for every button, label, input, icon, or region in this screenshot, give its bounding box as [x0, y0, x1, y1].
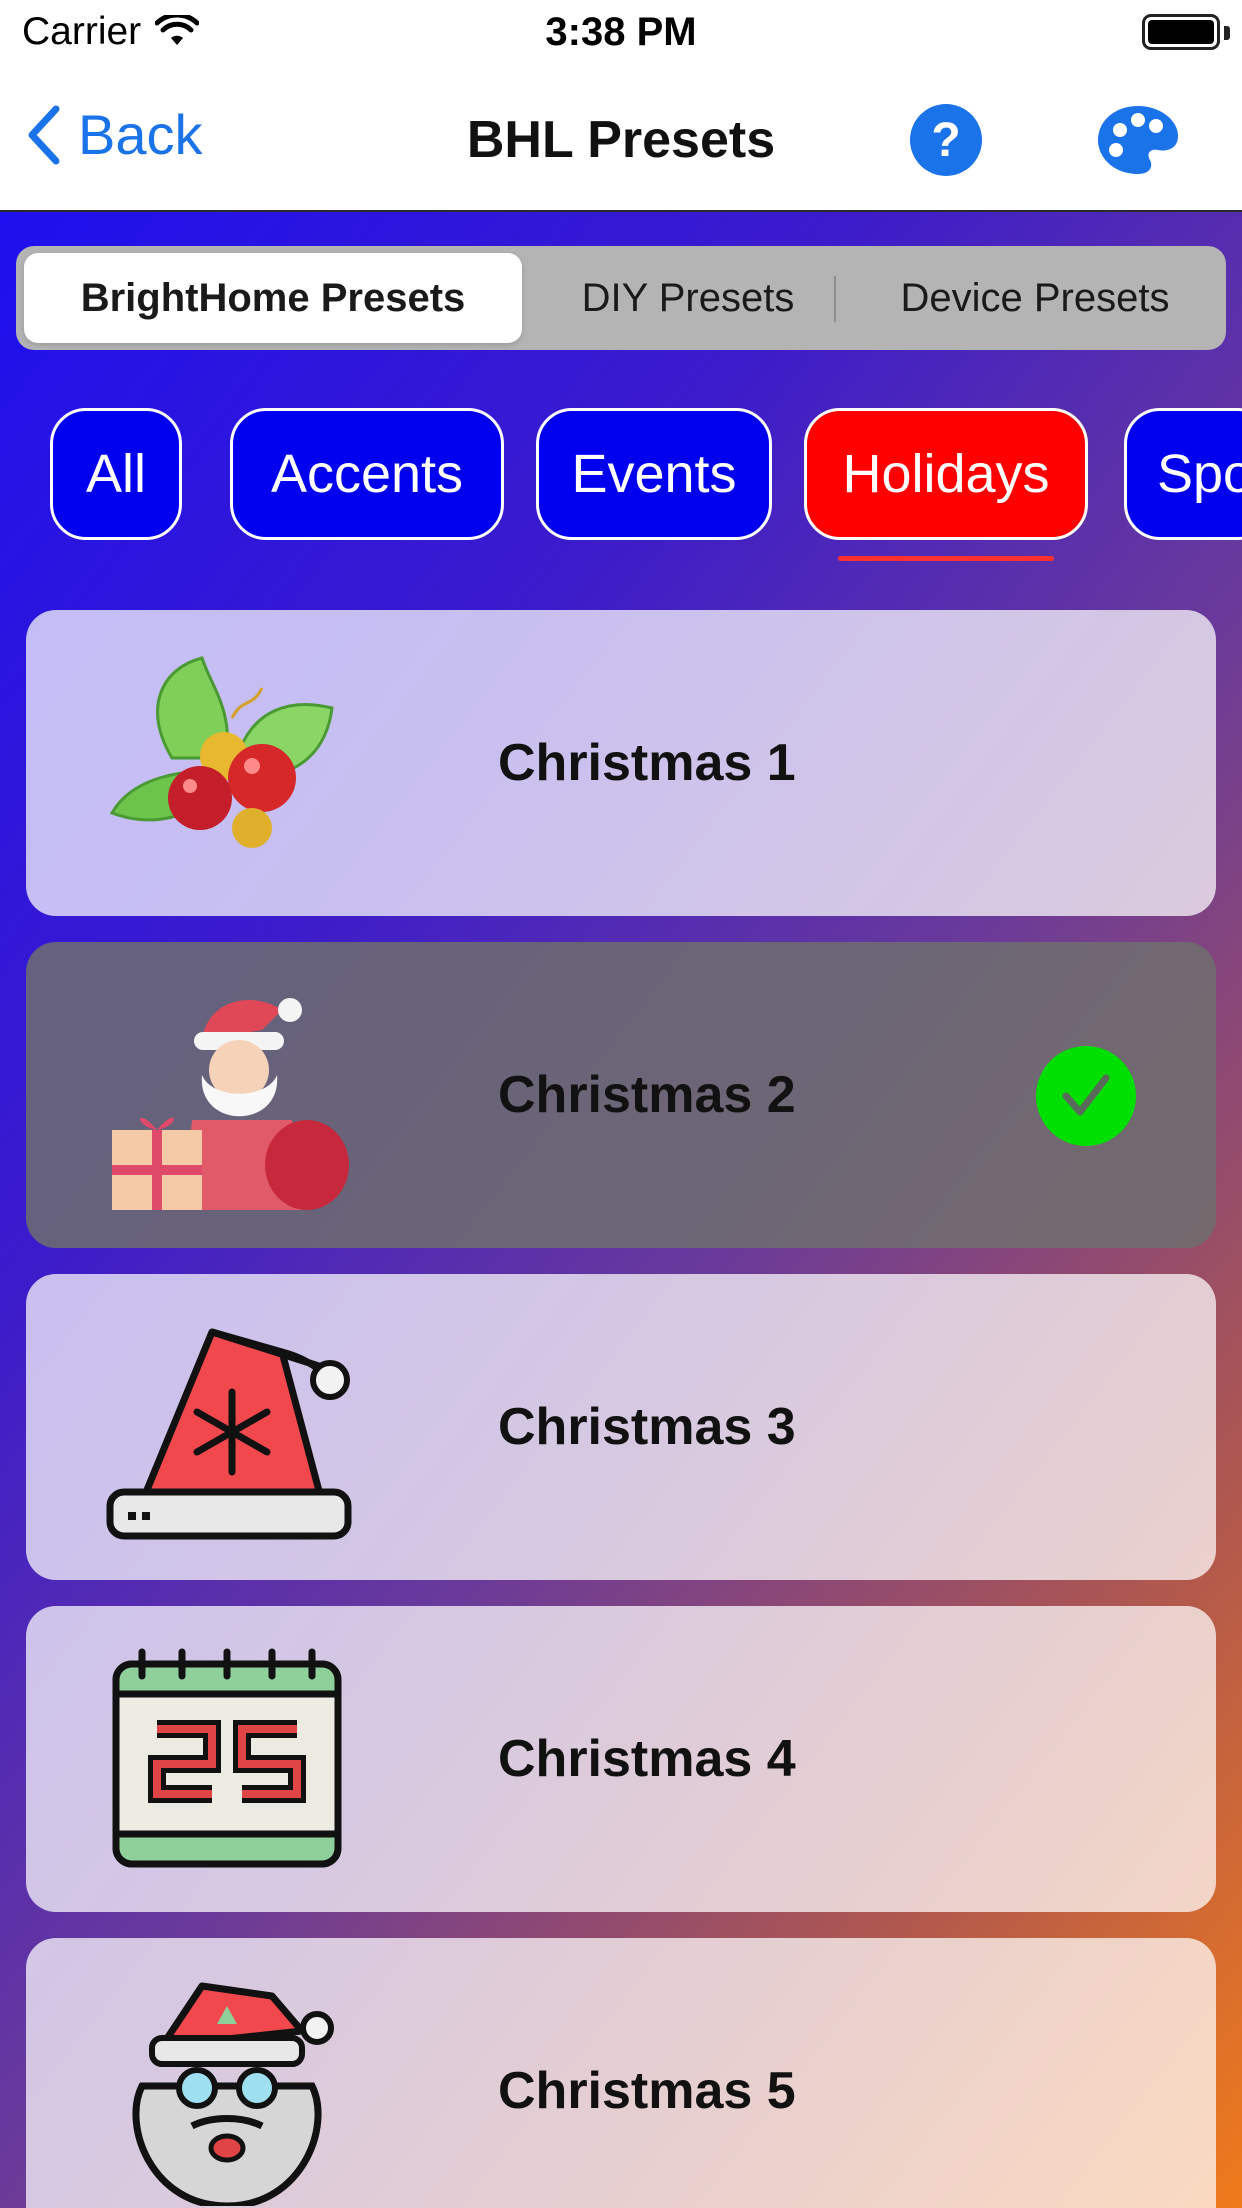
category-chips: All Accents Events Holidays Spo — [0, 398, 1242, 548]
preset-card-christmas-3[interactable]: Christmas 3 — [26, 1274, 1216, 1580]
status-bar: Carrier 3:38 PM — [0, 0, 1242, 66]
calendar-25-icon — [112, 1648, 342, 1868]
help-button[interactable]: ? — [910, 104, 982, 176]
chip-holidays[interactable]: Holidays — [804, 408, 1088, 540]
santa-face-icon — [132, 1982, 334, 2206]
battery-nub — [1224, 26, 1230, 40]
battery-icon — [1142, 14, 1220, 50]
preset-title: Christmas 5 — [498, 2062, 796, 2120]
theme-palette-button[interactable] — [1094, 102, 1182, 178]
preset-title: Christmas 4 — [498, 1730, 796, 1788]
preset-card-christmas-1[interactable]: Christmas 1 — [26, 610, 1216, 916]
chip-sports[interactable]: Spo — [1124, 408, 1242, 540]
chip-events[interactable]: Events — [536, 408, 772, 540]
segment-divider — [834, 276, 836, 322]
chip-accents[interactable]: Accents — [230, 408, 504, 540]
preset-title: Christmas 2 — [498, 1066, 796, 1124]
segment-diy-presets[interactable]: DIY Presets — [528, 253, 848, 343]
selected-category-indicator — [838, 556, 1054, 561]
santa-gift-icon — [112, 998, 349, 1210]
chevron-left-icon — [28, 105, 60, 164]
preset-source-segmented-control: BrightHome Presets DIY Presets Device Pr… — [16, 246, 1226, 350]
segment-brighthome-presets[interactable]: BrightHome Presets — [24, 253, 522, 343]
presets-content: BrightHome Presets DIY Presets Device Pr… — [0, 212, 1242, 2208]
preset-card-christmas-4[interactable]: Christmas 4 — [26, 1606, 1216, 1912]
preset-title: Christmas 1 — [498, 734, 796, 792]
status-time: 3:38 PM — [545, 10, 697, 54]
navigation-bar: Back BHL Presets ? — [0, 66, 1242, 212]
santa-hat-icon — [106, 1328, 352, 1540]
palette-icon — [1098, 106, 1178, 174]
preset-card-christmas-2[interactable]: Christmas 2 — [26, 942, 1216, 1248]
holly-ornaments-icon — [109, 656, 334, 848]
back-button[interactable]: Back — [24, 102, 203, 167]
back-label: Back — [78, 103, 203, 166]
help-icon: ? — [931, 113, 961, 167]
selected-checkmark-icon — [1036, 1046, 1136, 1146]
preset-title: Christmas 3 — [498, 1398, 796, 1456]
segment-device-presets[interactable]: Device Presets — [852, 253, 1218, 343]
preset-card-christmas-5[interactable]: Christmas 5 — [26, 1938, 1216, 2208]
chip-all[interactable]: All — [50, 408, 182, 540]
